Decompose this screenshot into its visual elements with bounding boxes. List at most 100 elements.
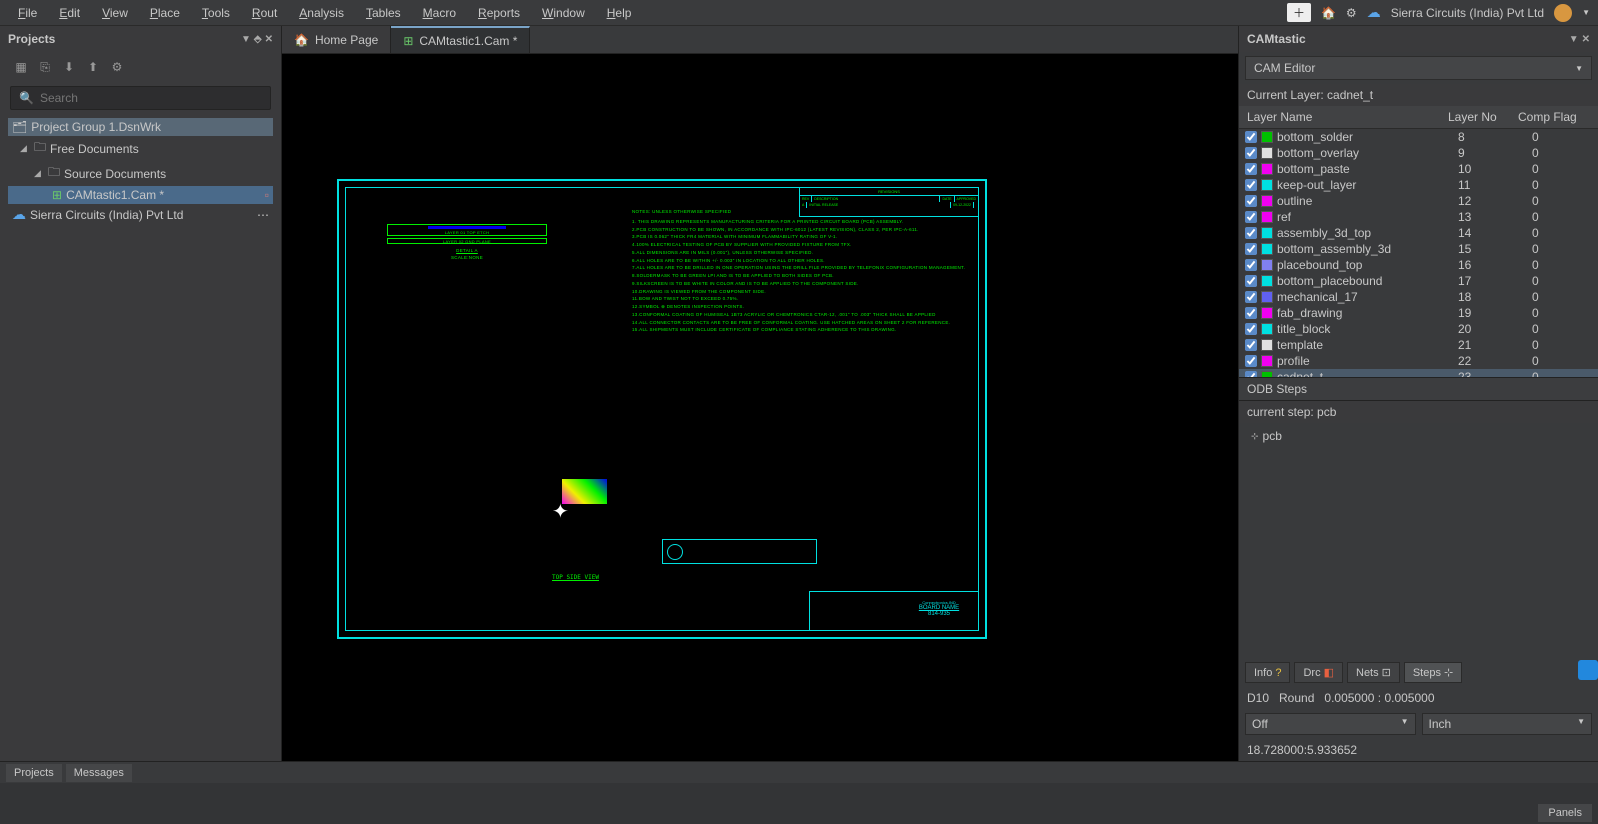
settings-icon[interactable]: ⚙	[108, 58, 126, 76]
layer-row-template[interactable]: template210	[1239, 337, 1598, 353]
layer-visibility-checkbox[interactable]	[1245, 291, 1257, 303]
more-icon[interactable]: ⋯	[257, 208, 269, 222]
menu-macro[interactable]: Macro	[413, 2, 466, 24]
layer-visibility-checkbox[interactable]	[1245, 259, 1257, 271]
editor-mode-dropdown[interactable]: CAM Editor ▼	[1245, 56, 1592, 80]
layer-visibility-checkbox[interactable]	[1245, 147, 1257, 159]
tab-camtastic[interactable]: ⊞ CAMtastic1.Cam *	[391, 26, 530, 53]
bottom-tab-messages[interactable]: Messages	[66, 764, 132, 782]
menu-analysis[interactable]: Analysis	[289, 2, 354, 24]
panel-close-icon[interactable]: ✕	[1582, 34, 1590, 45]
layer-row-fab_drawing[interactable]: fab_drawing190	[1239, 305, 1598, 321]
expander-icon[interactable]: ◢	[34, 168, 44, 179]
layer-visibility-checkbox[interactable]	[1245, 243, 1257, 255]
new-project-icon[interactable]: ▦	[12, 58, 30, 76]
cam-tab-info[interactable]: Info?	[1245, 662, 1290, 683]
save-icon[interactable]: ⬇	[60, 58, 78, 76]
cloud-icon[interactable]: ☁	[1367, 4, 1381, 21]
layer-row-ref[interactable]: ref130	[1239, 209, 1598, 225]
bottom-tab-projects[interactable]: Projects	[6, 764, 62, 782]
user-avatar[interactable]	[1554, 4, 1572, 22]
menu-rout[interactable]: Rout	[242, 2, 287, 24]
menu-edit[interactable]: Edit	[49, 2, 90, 24]
layer-visibility-checkbox[interactable]	[1245, 275, 1257, 287]
layer-color-swatch[interactable]	[1261, 179, 1273, 191]
layer-color-swatch[interactable]	[1261, 195, 1273, 207]
layer-color-swatch[interactable]	[1261, 275, 1273, 287]
notification-icon[interactable]: ＋	[1287, 3, 1311, 22]
layer-row-bottom_assembly_3d[interactable]: bottom_assembly_3d150	[1239, 241, 1598, 257]
panels-button[interactable]: Panels	[1538, 804, 1592, 822]
expander-icon[interactable]: ◢	[20, 143, 30, 154]
layer-color-swatch[interactable]	[1261, 291, 1273, 303]
layer-color-swatch[interactable]	[1261, 355, 1273, 367]
layer-color-swatch[interactable]	[1261, 147, 1273, 159]
unit-dropdown[interactable]: Inch ▼	[1422, 713, 1593, 735]
layer-visibility-checkbox[interactable]	[1245, 131, 1257, 143]
layer-row-bottom_solder[interactable]: bottom_solder80	[1239, 129, 1598, 145]
layer-row-placebound_top[interactable]: placebound_top160	[1239, 257, 1598, 273]
tree-free-documents[interactable]: ◢ 🗀 Free Documents	[8, 136, 273, 161]
layer-color-swatch[interactable]	[1261, 339, 1273, 351]
panel-close-icon[interactable]: ✕	[265, 34, 273, 45]
layer-row-bottom_paste[interactable]: bottom_paste100	[1239, 161, 1598, 177]
tree-project-group[interactable]: 🗂 Project Group 1.DsnWrk	[8, 118, 273, 136]
tree-cam-file[interactable]: ⊞ CAMtastic1.Cam * ▫	[8, 186, 273, 204]
home-icon[interactable]: 🏠	[1321, 6, 1336, 20]
layer-visibility-checkbox[interactable]	[1245, 339, 1257, 351]
menu-reports[interactable]: Reports	[468, 2, 530, 24]
cam-tab-drc[interactable]: Drc◧	[1294, 662, 1343, 683]
layer-row-profile[interactable]: profile220	[1239, 353, 1598, 369]
menu-view[interactable]: View	[92, 2, 138, 24]
layer-color-swatch[interactable]	[1261, 307, 1273, 319]
layer-color-swatch[interactable]	[1261, 131, 1273, 143]
layer-color-swatch[interactable]	[1261, 227, 1273, 239]
open-project-icon[interactable]: ⎘	[36, 58, 54, 76]
menu-window[interactable]: Window	[532, 2, 595, 24]
cam-tab-nets[interactable]: Nets⊡	[1347, 662, 1400, 683]
layer-visibility-checkbox[interactable]	[1245, 227, 1257, 239]
layer-color-swatch[interactable]	[1261, 243, 1273, 255]
layer-visibility-checkbox[interactable]	[1245, 163, 1257, 175]
menu-tools[interactable]: Tools	[192, 2, 240, 24]
layer-row-cadnet_t[interactable]: cadnet_t230	[1239, 369, 1598, 377]
layer-row-keep-out_layer[interactable]: keep-out_layer110	[1239, 177, 1598, 193]
tree-company[interactable]: ☁ Sierra Circuits (India) Pvt Ltd ⋯	[8, 204, 273, 225]
layer-row-title_block[interactable]: title_block200	[1239, 321, 1598, 337]
layer-row-bottom_overlay[interactable]: bottom_overlay90	[1239, 145, 1598, 161]
layer-visibility-checkbox[interactable]	[1245, 179, 1257, 191]
cam-tab-steps[interactable]: Steps⊹	[1404, 662, 1462, 683]
layer-color-swatch[interactable]	[1261, 259, 1273, 271]
layer-visibility-checkbox[interactable]	[1245, 195, 1257, 207]
menu-file[interactable]: File	[8, 2, 47, 24]
menu-place[interactable]: Place	[140, 2, 190, 24]
layer-color-swatch[interactable]	[1261, 211, 1273, 223]
compile-icon[interactable]: ⬆	[84, 58, 102, 76]
panel-pin-icon[interactable]: ⬘	[254, 34, 262, 45]
tab-home[interactable]: 🏠 Home Page	[282, 26, 391, 53]
panel-dropdown-icon[interactable]: ▼	[241, 34, 251, 45]
panel-dropdown-icon[interactable]: ▼	[1569, 34, 1579, 45]
menu-tables[interactable]: Tables	[356, 2, 411, 24]
layer-color-swatch[interactable]	[1261, 323, 1273, 335]
layer-visibility-checkbox[interactable]	[1245, 307, 1257, 319]
gear-icon[interactable]: ⚙	[1346, 6, 1357, 20]
layer-visibility-checkbox[interactable]	[1245, 211, 1257, 223]
teamviewer-icon[interactable]	[1578, 660, 1598, 680]
layer-row-outline[interactable]: outline120	[1239, 193, 1598, 209]
layer-row-bottom_placebound[interactable]: bottom_placebound170	[1239, 273, 1598, 289]
layer-list[interactable]: bottom_solder80bottom_overlay90bottom_pa…	[1239, 129, 1598, 377]
layer-visibility-checkbox[interactable]	[1245, 323, 1257, 335]
menu-help[interactable]: Help	[597, 2, 642, 24]
mode-dropdown[interactable]: Off ▼	[1245, 713, 1416, 735]
dropdown-arrow-icon[interactable]: ▼	[1582, 8, 1590, 17]
layer-color-swatch[interactable]	[1261, 163, 1273, 175]
tree-source-documents[interactable]: ◢ 🗀 Source Documents	[8, 161, 273, 186]
projects-search[interactable]: 🔍	[10, 86, 271, 110]
projects-search-input[interactable]	[40, 91, 262, 105]
layer-visibility-checkbox[interactable]	[1245, 355, 1257, 367]
layer-row-mechanical_17[interactable]: mechanical_17180	[1239, 289, 1598, 305]
cad-canvas[interactable]: REVISIONS REV DESCRIPTION DATE APPROVED …	[282, 54, 1238, 761]
layer-row-assembly_3d_top[interactable]: assembly_3d_top140	[1239, 225, 1598, 241]
odb-step-pcb[interactable]: ⊹ pcb	[1247, 427, 1590, 445]
